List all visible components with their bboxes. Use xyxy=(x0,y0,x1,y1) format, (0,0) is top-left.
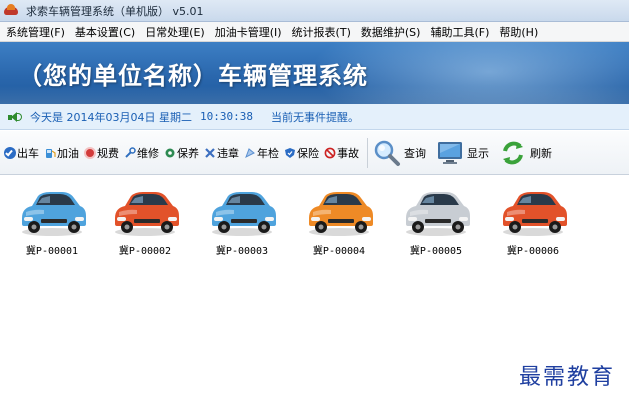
car-icon xyxy=(503,192,567,236)
car-out-icon xyxy=(4,146,16,159)
violation-icon xyxy=(204,147,216,159)
toolbar-separator xyxy=(367,137,368,168)
refresh-button[interactable]: 刷新 xyxy=(499,139,552,167)
accident-icon xyxy=(324,147,336,159)
fuel-button[interactable]: 加油 xyxy=(44,145,79,161)
inspection-icon xyxy=(244,147,256,159)
header-banner: （您的单位名称）车辆管理系统 xyxy=(0,42,629,104)
menu-help[interactable]: 帮助(H) xyxy=(493,24,542,40)
vehicle-item[interactable]: 冀P-00003 xyxy=(202,182,282,262)
menu-data-maintenance[interactable]: 数据维护(S) xyxy=(355,24,425,40)
vehicle-list: 冀P-00001 冀P-00002 冀P-00003 冀P-00004 冀P-0… xyxy=(0,176,629,405)
maintenance-icon xyxy=(164,147,176,159)
time-text: 10:30:38 xyxy=(199,110,253,123)
vehicle-item[interactable]: 冀P-00004 xyxy=(299,182,379,262)
menu-basic-settings[interactable]: 基本设置(C) xyxy=(69,24,139,40)
fee-button[interactable]: 规费 xyxy=(84,145,119,161)
date-text: 今天是 2014年03月04日 星期二 xyxy=(30,110,192,124)
plate-number: 冀P-00002 xyxy=(118,246,172,257)
title-bar: 求索车辆管理系统（单机版） v5.01 xyxy=(0,0,629,22)
plate-number: 冀P-00004 xyxy=(312,246,366,257)
plate-number: 冀P-00001 xyxy=(25,246,79,257)
plate-number: 冀P-00005 xyxy=(409,246,463,257)
violation-button[interactable]: 违章 xyxy=(204,145,239,161)
car-icon xyxy=(22,192,86,236)
car-icon xyxy=(309,192,373,236)
maintenance-button[interactable]: 保养 xyxy=(164,145,199,161)
event-alert-text: 当前无事件提醒。 xyxy=(270,110,359,124)
repair-icon xyxy=(124,146,136,159)
vehicle-item[interactable]: 冀P-00001 xyxy=(12,182,92,262)
menu-reports[interactable]: 统计报表(T) xyxy=(286,24,355,40)
car-icon xyxy=(406,192,470,236)
menu-bar: 系统管理(F) 基本设置(C) 日常处理(E) 加油卡管理(I) 统计报表(T)… xyxy=(0,22,629,42)
car-icon xyxy=(212,192,276,236)
toolbar: 出车 加油 规费 维修 保养 违章 年检 保险 事故 查询 显示 刷新 xyxy=(0,131,629,175)
window-title: 求索车辆管理系统（单机版） v5.01 xyxy=(26,4,204,18)
inspection-button[interactable]: 年检 xyxy=(244,145,279,161)
menu-tools[interactable]: 辅助工具(F) xyxy=(424,24,493,40)
car-out-button[interactable]: 出车 xyxy=(4,145,39,161)
fuel-icon xyxy=(44,147,56,159)
refresh-icon xyxy=(499,139,527,167)
app-car-icon xyxy=(4,3,20,18)
watermark-text: 最需教育 xyxy=(518,365,615,390)
search-button[interactable]: 查询 xyxy=(373,139,426,167)
banner-title: （您的单位名称）车辆管理系统 xyxy=(18,61,368,90)
vehicle-item[interactable]: 冀P-00005 xyxy=(396,182,476,262)
insurance-icon xyxy=(284,147,296,159)
fee-icon xyxy=(84,146,96,159)
car-icon xyxy=(115,192,179,236)
monitor-icon xyxy=(436,139,464,167)
search-icon xyxy=(373,139,401,167)
plate-number: 冀P-00006 xyxy=(506,246,560,257)
plate-number: 冀P-00003 xyxy=(215,246,269,257)
accident-button[interactable]: 事故 xyxy=(324,145,359,161)
vehicle-item[interactable]: 冀P-00006 xyxy=(493,182,573,262)
menu-fuel-card[interactable]: 加油卡管理(I) xyxy=(209,24,286,40)
insurance-button[interactable]: 保险 xyxy=(284,145,319,161)
repair-button[interactable]: 维修 xyxy=(124,145,159,161)
menu-system[interactable]: 系统管理(F) xyxy=(0,24,69,40)
vehicle-item[interactable]: 冀P-00002 xyxy=(105,182,185,262)
menu-daily-processing[interactable]: 日常处理(E) xyxy=(139,24,209,40)
display-button[interactable]: 显示 xyxy=(436,139,489,167)
info-bar: 今天是 2014年03月04日 星期二 10:30:38 当前无事件提醒。 xyxy=(0,104,629,130)
speaker-icon xyxy=(8,111,22,123)
